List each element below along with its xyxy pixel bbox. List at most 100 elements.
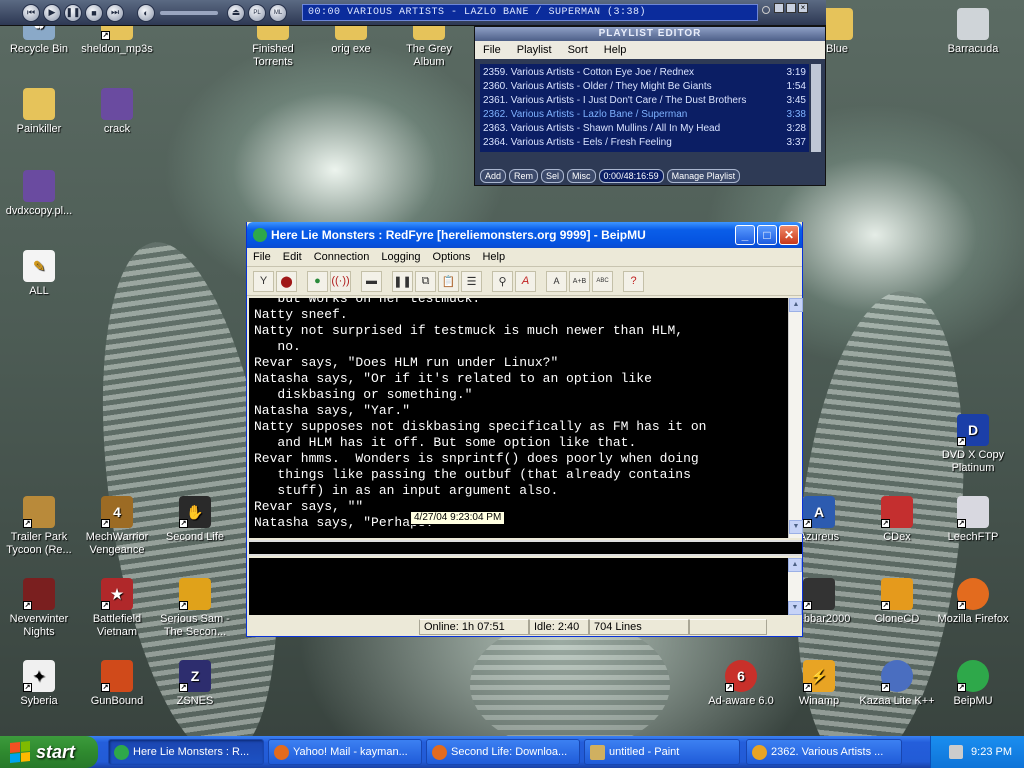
scroll-up-icon[interactable]: ▲ — [789, 298, 803, 312]
task-button[interactable]: Yahoo! Mail - kayman... — [268, 739, 422, 765]
highlight-icon[interactable]: A — [546, 270, 567, 292]
pane-splitter[interactable] — [249, 540, 802, 556]
output-pane[interactable]: but works on her testmuck. Natty sneef. Na… — [249, 298, 788, 538]
playlist-item[interactable]: 2359. Various Artists - Cotton Eye Joe /… — [483, 66, 806, 80]
stop-button[interactable]: ■ — [85, 3, 103, 22]
playlist-item-current[interactable]: 2362. Various Artists - Lazlo Bane / Sup… — [483, 108, 806, 122]
close-button[interactable]: ✕ — [779, 225, 799, 245]
task-button[interactable]: Here Lie Monsters : R... — [108, 739, 264, 765]
globe-icon[interactable]: ● — [307, 270, 328, 292]
help-icon[interactable]: ? — [623, 270, 644, 292]
manage-playlist-button[interactable]: Manage Playlist — [666, 169, 741, 183]
menu-file[interactable]: File — [483, 44, 501, 56]
playlist-item[interactable]: 2361. Various Artists - I Just Don't Car… — [483, 94, 806, 108]
desktop-icon[interactable]: Barracuda — [934, 8, 1012, 56]
menu-sort[interactable]: Sort — [568, 44, 588, 56]
select-button[interactable]: Sel — [541, 169, 565, 183]
scroll-down-icon[interactable]: ▼ — [789, 520, 803, 534]
eject-button[interactable]: ⏏ — [227, 3, 245, 22]
scroll-up-icon[interactable]: ▲ — [788, 558, 802, 572]
menu-help[interactable]: Help — [604, 44, 627, 56]
desktop-icon[interactable]: dvdxcopy.pl... — [0, 170, 78, 218]
menu-options[interactable]: Options — [433, 251, 471, 263]
maximize-button[interactable]: □ — [757, 225, 777, 245]
desktop-icon[interactable]: ↗ Trailer Park Tycoon (Re... — [0, 496, 78, 557]
menu-help[interactable]: Help — [482, 251, 505, 263]
desktop-icon[interactable]: 6 ↗ Ad-aware 6.0 — [702, 660, 780, 708]
desktop-icon-label: Battlefield Vietnam — [92, 613, 142, 638]
playlist-item[interactable]: 2364. Various Artists - Eels / Fresh Fee… — [483, 136, 806, 150]
font-icon[interactable]: A — [515, 270, 536, 292]
desktop-icon[interactable]: ↗ Serious Sam - The Secon... — [156, 578, 234, 639]
find-icon[interactable]: ⚲ — [492, 270, 513, 292]
disconnect-icon[interactable]: ⬤ — [276, 270, 297, 292]
spell-icon[interactable]: ABC — [592, 270, 613, 292]
window-titlebar[interactable]: Here Lie Monsters : RedFyre [hereliemons… — [247, 222, 802, 248]
desktop-icon[interactable]: ★ ↗ Battlefield Vietnam — [78, 578, 156, 639]
desktop-icon[interactable]: Z ↗ ZSNES — [156, 660, 234, 708]
ml-button[interactable]: ML — [269, 3, 287, 22]
remove-button[interactable]: Rem — [509, 169, 539, 183]
desktop-icon[interactable]: 4 ↗ MechWarrior Vengeance — [78, 496, 156, 557]
desktop-icon[interactable]: ✎ ALL — [0, 250, 78, 298]
add-button[interactable]: Add — [480, 169, 507, 183]
output-line: Natty sneef. — [254, 307, 348, 322]
misc-button[interactable]: Misc — [567, 169, 596, 183]
monitor-icon[interactable]: ▬ — [361, 270, 382, 292]
desktop-icon[interactable]: ↗ GunBound — [78, 660, 156, 708]
shade-icon[interactable] — [786, 3, 796, 13]
tray-app-icon[interactable] — [949, 745, 964, 759]
next-track-button[interactable]: ⏭ — [106, 3, 124, 22]
menu-edit[interactable]: Edit — [283, 251, 302, 263]
clock[interactable]: 9:23 PM — [971, 746, 1012, 758]
menu-playlist[interactable]: Playlist — [517, 44, 552, 56]
desktop-icon[interactable]: ↗ Kazaa Lite K++ — [858, 660, 936, 708]
copy-icon[interactable]: ⧉ — [415, 270, 436, 292]
pause-button[interactable]: ❚❚ — [64, 3, 82, 22]
desktop-icon[interactable]: Painkiller — [0, 88, 78, 136]
output-scrollbar[interactable]: ▲ ▼ — [788, 298, 803, 538]
minimize-icon[interactable] — [774, 3, 784, 13]
volume-slider[interactable] — [160, 10, 218, 15]
connect-icon[interactable]: Y — [253, 270, 274, 292]
menu-file[interactable]: File — [253, 251, 271, 263]
desktop-icon[interactable]: ✦ ↗ Syberia — [0, 660, 78, 708]
seek-icon[interactable] — [762, 6, 770, 14]
play-button[interactable]: ▶ — [43, 3, 61, 22]
desktop-icon[interactable]: crack — [78, 88, 156, 136]
desktop-icon[interactable]: ⚡ ↗ Winamp — [780, 660, 858, 708]
scroll-down-icon[interactable]: ▼ — [788, 601, 802, 615]
beipmu-window: Here Lie Monsters : RedFyre [hereliemons… — [246, 222, 803, 637]
task-button[interactable]: Second Life: Downloa... — [426, 739, 580, 765]
paste-icon[interactable]: 📋 — [438, 270, 459, 292]
desktop-icon[interactable]: ↗ CDex — [858, 496, 936, 544]
task-button[interactable]: 2362. Various Artists ... — [746, 739, 902, 765]
desktop-icon[interactable]: ↗ Mozilla Firefox — [934, 578, 1012, 626]
playlist-scrollbar[interactable] — [811, 64, 821, 152]
previous-track-button[interactable]: ⏮ — [22, 3, 40, 22]
broadcast-icon[interactable]: ((·)) — [330, 270, 351, 292]
playlist-item[interactable]: 2360. Various Artists - Older / They Mig… — [483, 80, 806, 94]
input-field[interactable] — [249, 558, 788, 615]
desktop-icon[interactable]: ↗ LeechFTP — [934, 496, 1012, 544]
pause-icon[interactable]: ❚❚ — [392, 270, 413, 292]
close-icon[interactable]: × — [798, 3, 808, 13]
desktop-icon[interactable]: ✋ ↗ Second Life — [156, 496, 234, 544]
menu-logging[interactable]: Logging — [381, 251, 420, 263]
log-icon[interactable]: ☰ — [461, 270, 482, 292]
desktop-icon[interactable]: ↗ CloneCD — [858, 578, 936, 626]
pl-button[interactable]: PL — [248, 3, 266, 22]
playlist-item[interactable]: 2363. Various Artists - Shawn Mullins / … — [483, 122, 806, 136]
desktop-icon-label: sheldon_mp3s — [81, 43, 153, 55]
output-line: Natty not surprised if testmuck is much … — [254, 323, 684, 338]
desktop-icon[interactable]: ↗ BeipMU — [934, 660, 1012, 708]
desktop-icon[interactable]: ↗ Neverwinter Nights — [0, 578, 78, 639]
menu-connection[interactable]: Connection — [314, 251, 370, 263]
replace-icon[interactable]: A+B — [569, 270, 590, 292]
input-scrollbar[interactable]: ▲ ▼ — [788, 558, 802, 615]
task-button[interactable]: untitled - Paint — [584, 739, 740, 765]
minimize-button[interactable]: _ — [735, 225, 755, 245]
start-button[interactable]: start — [0, 736, 98, 768]
desktop-icon[interactable]: D ↗ DVD X Copy Platinum — [934, 414, 1012, 475]
azureus-icon: A ↗ — [803, 496, 835, 528]
